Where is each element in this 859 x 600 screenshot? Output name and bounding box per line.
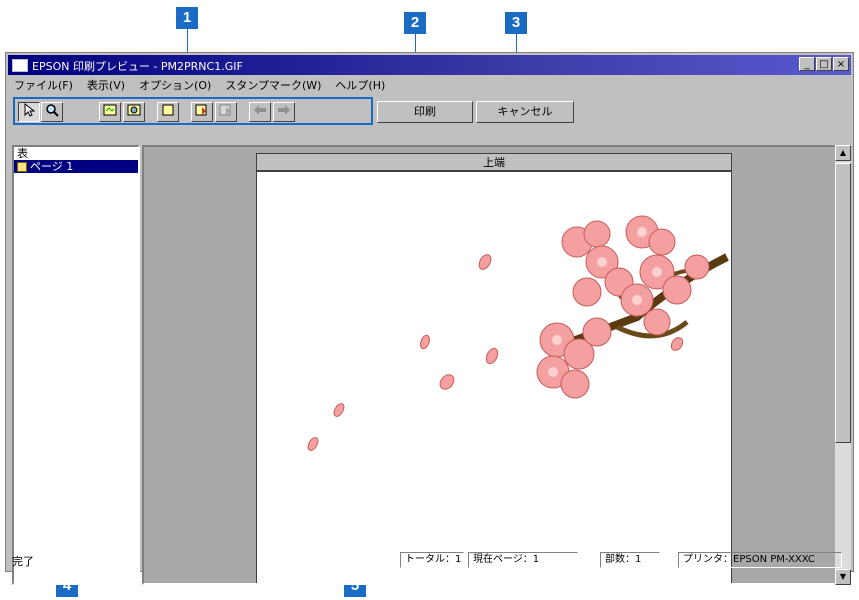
cancel-button[interactable]: キャンセル — [476, 101, 574, 123]
callout-2: 2 — [404, 12, 426, 34]
tool-button-group — [13, 97, 373, 125]
status-current-page: 現在ページ：1 — [468, 552, 578, 568]
pointer-tool-button[interactable] — [18, 102, 40, 122]
page-icon — [162, 104, 174, 116]
scroll-thumb[interactable] — [835, 163, 851, 443]
status-copies: 部数：1 — [600, 552, 660, 568]
top-edge-bar: 上端 — [256, 153, 732, 171]
fit-width-button[interactable] — [123, 102, 145, 122]
next-page-button[interactable] — [273, 102, 295, 122]
top-edge-label: 上端 — [483, 156, 505, 169]
status-total: トータル：1 — [400, 552, 464, 568]
status-text: 完了 — [12, 555, 34, 568]
minimize-button[interactable]: _ — [799, 57, 815, 71]
preview-page — [256, 171, 732, 583]
close-button[interactable]: × — [833, 57, 849, 71]
menu-view[interactable]: 表示(V) — [87, 77, 125, 95]
page-list-item-label: ページ 1 — [30, 160, 74, 173]
full-page-button[interactable] — [157, 102, 179, 122]
page-list-item[interactable]: ページ 1 — [14, 160, 138, 173]
menu-stamp-mark[interactable]: スタンプマーク(W) — [225, 77, 321, 95]
arrow-right-icon — [278, 105, 290, 115]
preview-area[interactable]: 上端 — [142, 145, 842, 585]
arrow-left-icon — [254, 105, 266, 115]
callout-1: 1 — [176, 7, 198, 29]
callout-3: 3 — [505, 12, 527, 34]
previous-page-button[interactable] — [249, 102, 271, 122]
status-printer: プリンタ：EPSON PM-XXXC — [678, 552, 842, 568]
maximize-button[interactable]: □ — [816, 57, 832, 71]
print-button[interactable]: 印刷 — [377, 101, 473, 123]
title-bar[interactable]: EPSON 印刷プレビュー - PM2PRNC1.GIF _ □ × — [8, 55, 851, 75]
magnifier-icon — [46, 104, 59, 117]
menu-help[interactable]: ヘルプ(H) — [335, 77, 385, 95]
cherry-blossom-image — [307, 215, 729, 451]
menu-file[interactable]: ファイル(F) — [14, 77, 73, 95]
arrow-cursor-icon — [24, 102, 36, 117]
fit-page-icon — [103, 104, 117, 116]
scroll-down-icon[interactable]: ▼ — [835, 569, 851, 585]
stamp-gray-icon — [219, 104, 231, 116]
status-bar: 完了 トータル：1 現在ページ：1 部数：1 プリンタ：EPSON PM-XXX… — [8, 551, 851, 569]
page-list-header: 表 — [17, 147, 28, 160]
menu-options[interactable]: オプション(O) — [139, 77, 211, 95]
stamp-icon — [195, 104, 207, 116]
vertical-scrollbar[interactable]: ▲ ▼ — [835, 145, 851, 585]
page-list-pane: 表 ページ 1 — [12, 145, 140, 585]
zoom-tool-button[interactable] — [41, 102, 63, 122]
scroll-up-icon[interactable]: ▲ — [835, 145, 851, 161]
fit-page-button[interactable] — [99, 102, 121, 122]
preview-window: EPSON 印刷プレビュー - PM2PRNC1.GIF _ □ × ファイル(… — [5, 52, 854, 585]
window-title: EPSON 印刷プレビュー - PM2PRNC1.GIF — [32, 60, 243, 73]
menu-bar: ファイル(F) 表示(V) オプション(O) スタンプマーク(W) ヘルプ(H) — [10, 77, 849, 95]
stamp-disabled-button[interactable] — [215, 102, 237, 122]
app-icon — [12, 59, 28, 72]
stamp-button[interactable] — [191, 102, 213, 122]
fit-width-icon — [127, 104, 141, 116]
toolbar: 印刷 キャンセル — [10, 97, 849, 127]
page-icon — [17, 161, 27, 172]
